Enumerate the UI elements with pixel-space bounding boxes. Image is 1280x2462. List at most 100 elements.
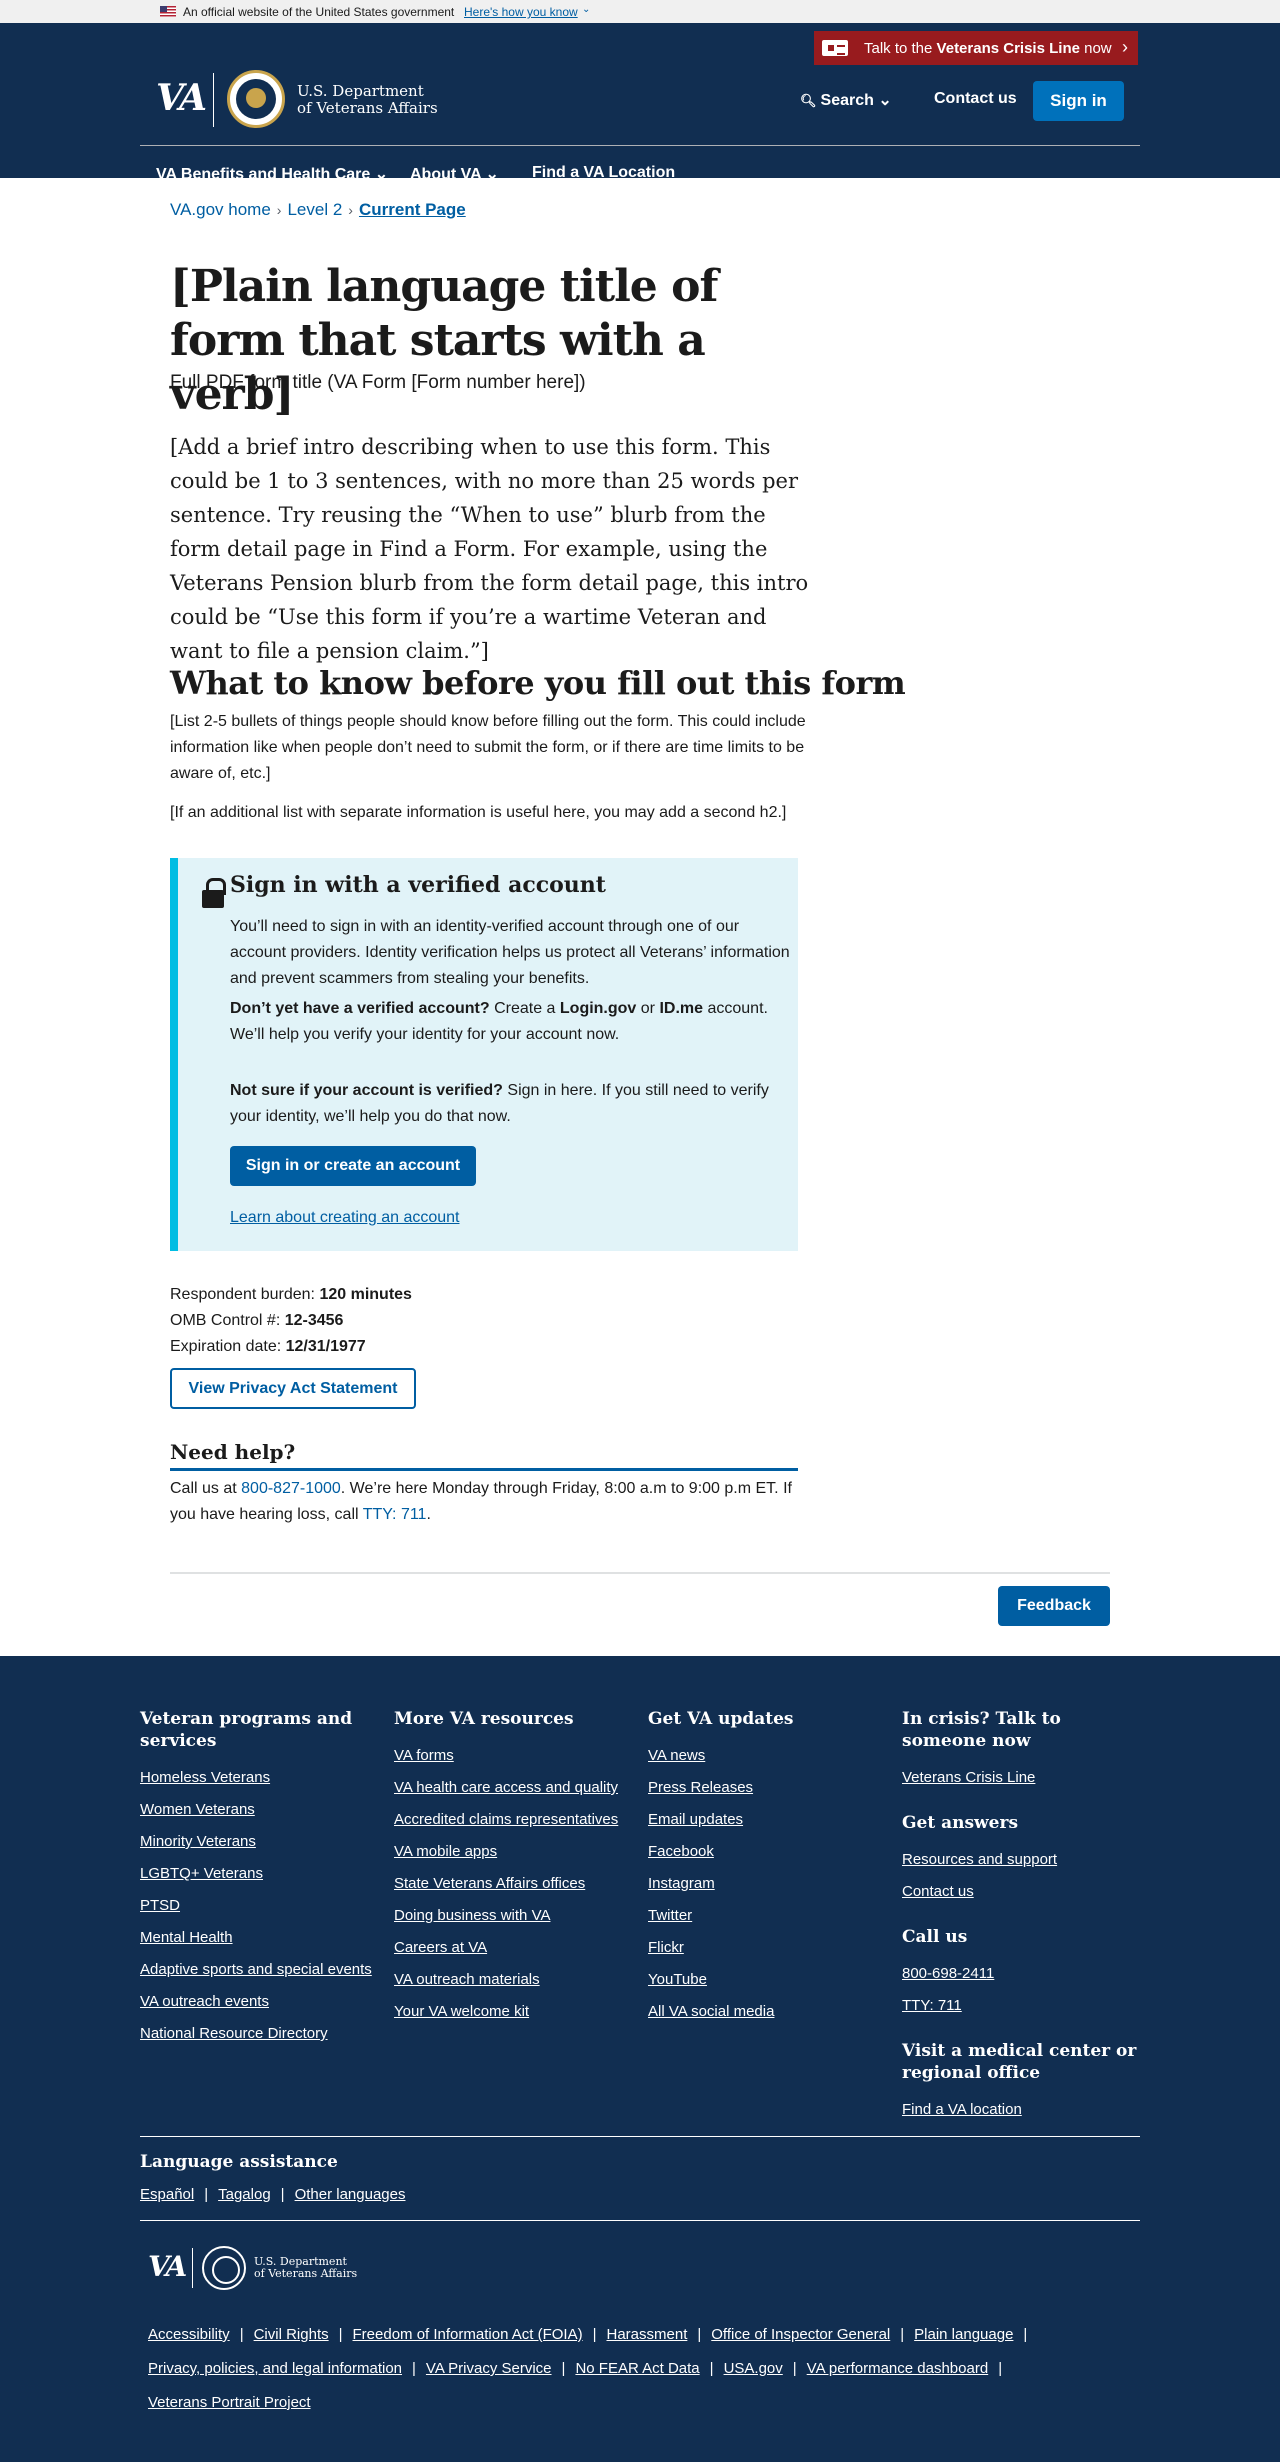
va-logo[interactable]: VA (156, 77, 207, 119)
exp-label: Expiration date: (170, 1338, 286, 1355)
contact-us-link[interactable]: Contact us (934, 90, 1017, 108)
sign-in-create-account-button[interactable]: Sign in or create an account (230, 1146, 476, 1186)
footer-link[interactable]: Twitter (648, 1900, 888, 1932)
view-privacy-act-button[interactable]: View Privacy Act Statement (170, 1368, 416, 1409)
help-phone-link[interactable]: 800-827-1000 (241, 1480, 341, 1497)
login-gov-text: Login.gov (559, 1000, 637, 1017)
pipe-separator: | (561, 2360, 566, 2377)
breadcrumb-separator-icon: › (276, 202, 282, 218)
footer-link[interactable]: VA forms (394, 1740, 634, 1772)
footer-link[interactable]: Doing business with VA (394, 1900, 634, 1932)
omb-control: OMB Control #: 12-3456 (170, 1312, 343, 1330)
breadcrumb-current: Current Page (358, 200, 466, 219)
footer-link[interactable]: Homeless Veterans (140, 1762, 380, 1794)
footer-va-logo[interactable]: VA (148, 2250, 187, 2283)
footer-link[interactable]: Adaptive sports and special events (140, 1954, 380, 1986)
footer-link[interactable]: Instagram (648, 1868, 888, 1900)
omb-label: OMB Control #: (170, 1312, 285, 1329)
pipe-separator: | (792, 2360, 797, 2377)
footer-crisis-heading: In crisis? Talk to someone now (902, 1709, 1061, 1751)
breadcrumb-level-2[interactable]: Level 2 (287, 200, 342, 219)
crisis-prefix: Talk to the (864, 40, 937, 57)
footer-va-seal-icon (202, 2246, 246, 2290)
lock-icon (202, 878, 226, 908)
help-divider (170, 1468, 798, 1471)
pipe-separator: | (239, 2326, 244, 2343)
footer-link[interactable]: State Veterans Affairs offices (394, 1868, 634, 1900)
legal-link[interactable]: No FEAR Act Data (575, 2360, 699, 2377)
footer-phone-link[interactable]: 800-698-2411 (902, 1958, 1140, 1990)
legal-link[interactable]: Accessibility (148, 2326, 230, 2343)
legal-link[interactable]: Privacy, policies, and legal information (148, 2360, 402, 2377)
footer-link[interactable]: Flickr (648, 1932, 888, 1964)
footer-link[interactable]: Press Releases (648, 1772, 888, 1804)
legal-link[interactable]: Civil Rights (254, 2326, 329, 2343)
footer-link[interactable]: VA news (648, 1740, 888, 1772)
footer-link[interactable]: YouTube (648, 1964, 888, 1996)
logo-divider (213, 73, 214, 127)
footer-call-heading: Call us (902, 1927, 968, 1947)
footer-link[interactable]: Women Veterans (140, 1794, 380, 1826)
footer-link[interactable]: Your VA welcome kit (394, 1996, 634, 2028)
pipe-separator: | (709, 2360, 714, 2377)
legal-link[interactable]: VA performance dashboard (807, 2360, 989, 2377)
legal-link[interactable]: Plain language (914, 2326, 1013, 2343)
alert-paragraph-2: Don’t yet have a verified account? Creat… (230, 996, 790, 1048)
footer-dept-line-2: of Veterans Affairs (254, 2267, 358, 2280)
learn-creating-account-link[interactable]: Learn about creating an account (230, 1209, 460, 1227)
legal-link[interactable]: Harassment (607, 2326, 688, 2343)
footer-tty-link[interactable]: TTY: 711 (902, 1990, 1140, 2022)
footer-link[interactable]: Mental Health (140, 1922, 380, 1954)
department-name: U.S. Department of Veterans Affairs (297, 83, 438, 117)
footer-link[interactable]: Email updates (648, 1804, 888, 1836)
pipe-separator: | (1023, 2326, 1028, 2343)
footer-link[interactable]: National Resource Directory (140, 2018, 380, 2050)
footer-link[interactable]: Contact us (902, 1876, 1140, 1908)
pipe-separator: | (592, 2326, 597, 2343)
legal-link[interactable]: VA Privacy Service (426, 2360, 552, 2377)
legal-link[interactable]: Veterans Portrait Project (148, 2394, 311, 2411)
footer-link[interactable]: VA outreach materials (394, 1964, 634, 1996)
pipe-separator: | (412, 2360, 416, 2377)
legal-link[interactable]: USA.gov (724, 2360, 783, 2377)
burden-label: Respondent burden: (170, 1286, 320, 1303)
need-help-heading: Need help? (170, 1440, 296, 1464)
lang-espanol-link[interactable]: Español (140, 2186, 194, 2203)
footer-find-location-link[interactable]: Find a VA location (902, 2094, 1140, 2126)
footer-link[interactable]: Accredited claims representatives (394, 1804, 634, 1836)
search-button[interactable]: 🔍︎ Search ⌄ (800, 90, 892, 110)
footer-link[interactable]: PTSD (140, 1890, 380, 1922)
footer-col-programs: Veteran programs and services Homeless V… (140, 1708, 380, 2050)
feedback-button[interactable]: Feedback (998, 1586, 1110, 1626)
footer-link[interactable]: LGBTQ+ Veterans (140, 1858, 380, 1890)
footer-col-updates: Get VA updates VA news Press Releases Em… (648, 1708, 888, 2028)
footer-col-resources: More VA resources VA forms VA health car… (394, 1708, 634, 2028)
footer-link[interactable]: Minority Veterans (140, 1826, 380, 1858)
breadcrumb-home[interactable]: VA.gov home (170, 200, 271, 219)
idme-text: ID.me (659, 1000, 704, 1017)
footer-link[interactable]: Careers at VA (394, 1932, 634, 1964)
footer-col-contact: In crisis? Talk to someone now Veterans … (902, 1708, 1140, 2126)
footer-link[interactable]: Facebook (648, 1836, 888, 1868)
help-tty-link[interactable]: TTY: 711 (363, 1506, 427, 1523)
footer-link[interactable]: VA mobile apps (394, 1836, 634, 1868)
footer-link[interactable]: VA outreach events (140, 1986, 380, 2018)
crisis-line-icon (822, 40, 848, 56)
lang-tagalog-link[interactable]: Tagalog (218, 2186, 271, 2203)
footer-link[interactable]: VA health care access and quality (394, 1772, 634, 1804)
sign-in-button[interactable]: Sign in (1033, 81, 1124, 121)
help-text: Call us at 800-827-1000. We’re here Mond… (170, 1476, 798, 1528)
lang-other-link[interactable]: Other languages (295, 2186, 406, 2203)
page-title: [Plain language title of form that start… (170, 261, 718, 420)
legal-link[interactable]: Office of Inspector General (711, 2326, 890, 2343)
footer-link[interactable]: Resources and support (902, 1844, 1140, 1876)
crisis-line-button[interactable]: Talk to the Veterans Crisis Line now › (814, 31, 1138, 65)
alert-p2-or: or (636, 1000, 660, 1017)
footer-department-name: U.S. Department of Veterans Affairs (254, 2256, 357, 2280)
footer-crisis-link[interactable]: Veterans Crisis Line (902, 1762, 1140, 1794)
know-paragraph-2: [If an additional list with separate inf… (170, 804, 787, 821)
legal-link[interactable]: Freedom of Information Act (FOIA) (353, 2326, 583, 2343)
heres-how-you-know-link[interactable]: Here's how you know (464, 5, 578, 19)
breadcrumb: VA.gov home › Level 2 › Current Page (170, 200, 466, 220)
footer-link[interactable]: All VA social media (648, 1996, 888, 2028)
